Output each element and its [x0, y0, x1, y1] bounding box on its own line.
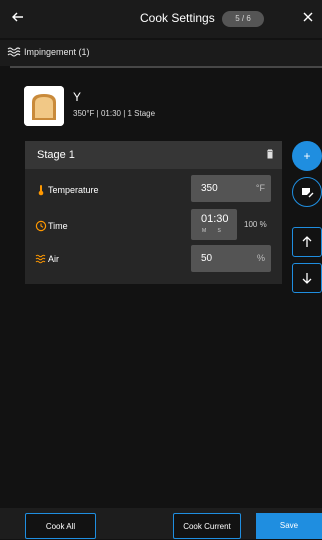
air-unit: % — [256, 253, 265, 263]
time-units: M S — [202, 228, 226, 234]
cook-current-button[interactable]: Cook Current — [173, 513, 241, 539]
clock-icon — [35, 220, 47, 232]
arrow-up-icon — [301, 235, 313, 249]
step-indicator: 5 / 6 — [222, 11, 264, 27]
arrow-left-icon[interactable] — [10, 9, 26, 25]
time-percent: 100 % — [244, 220, 267, 229]
stage-card: Stage 1 Temperature 350 °F Time 01:30 M … — [25, 141, 282, 284]
thermometer-icon — [35, 184, 47, 196]
temperature-field[interactable]: 350 °F — [191, 175, 271, 202]
waves-icon — [7, 45, 21, 59]
save-button[interactable]: Save — [256, 513, 322, 539]
trash-icon[interactable] — [264, 148, 276, 160]
recipe-name: Y — [73, 90, 82, 104]
toast-icon — [24, 86, 64, 126]
temperature-unit: °F — [255, 183, 265, 193]
recipe-summary: 350°F | 01:30 | 1 Stage — [73, 109, 156, 118]
close-icon[interactable] — [300, 9, 316, 25]
mode-divider — [10, 66, 322, 68]
air-field[interactable]: 50 % — [191, 245, 271, 272]
edit-stage-button[interactable] — [292, 177, 322, 207]
temperature-value: 350 — [201, 183, 218, 194]
move-up-button[interactable] — [292, 227, 322, 257]
time-field[interactable]: 01:30 M S — [191, 209, 237, 240]
waves-icon — [35, 253, 47, 265]
add-stage-button[interactable]: + — [292, 141, 322, 171]
cook-mode-tab[interactable]: Impingement (1) — [0, 40, 322, 66]
top-bar: Cook Settings 5 / 6 — [0, 0, 322, 38]
page-title: Cook Settings — [140, 11, 215, 25]
temperature-label: Temperature — [48, 185, 99, 195]
note-edit-icon — [300, 185, 314, 199]
move-down-button[interactable] — [292, 263, 322, 293]
stage-header: Stage 1 — [25, 141, 282, 169]
air-value: 50 — [201, 253, 213, 264]
cook-mode-label: Impingement (1) — [24, 47, 90, 57]
cook-all-button[interactable]: Cook All — [25, 513, 96, 539]
time-label: Time — [48, 221, 68, 231]
stage-title: Stage 1 — [37, 149, 75, 161]
air-label: Air — [48, 254, 59, 264]
time-value: 01:30 — [201, 213, 229, 225]
plus-icon: + — [303, 149, 311, 163]
arrow-down-icon — [301, 271, 313, 285]
